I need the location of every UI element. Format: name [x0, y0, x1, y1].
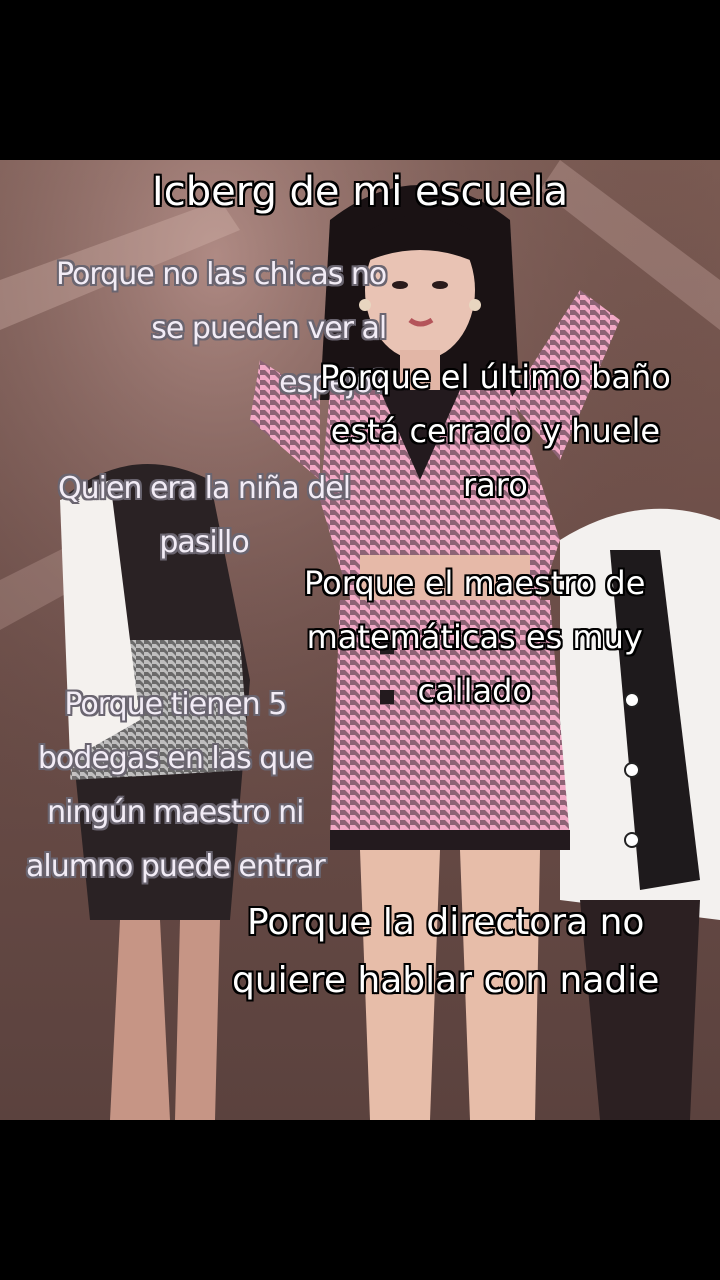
- video-title: Icberg de mi escuela: [151, 169, 569, 215]
- video-frame: Icberg de mi escuela Porque no las chica…: [0, 160, 720, 1120]
- caption-storage-rooms: Porque tienen 5 bodegas en las que ningú…: [26, 687, 326, 884]
- caption-math-teacher: Porque el maestro de matemáticas es muy …: [304, 564, 646, 710]
- caption-principal: Porque la directora no quiere hablar con…: [232, 902, 660, 1001]
- caption-hallway-girl: Quien era la niña del pasillo: [58, 471, 351, 560]
- caption-last-bathroom: Porque el último baño está cerrado y hue…: [320, 358, 671, 504]
